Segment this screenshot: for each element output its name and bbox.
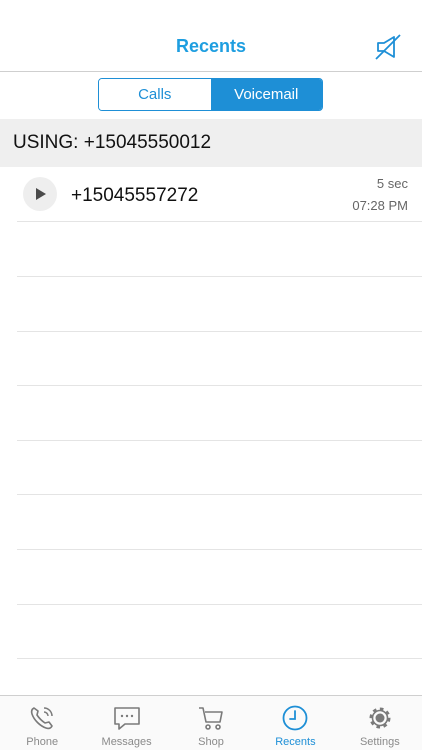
- play-voicemail-button[interactable]: [23, 177, 57, 211]
- play-icon: [36, 188, 46, 200]
- tab-label: Shop: [198, 736, 224, 748]
- list-separator: [17, 549, 422, 550]
- list-separator: [17, 276, 422, 277]
- navigation-bar: Recents: [0, 0, 422, 72]
- list-separator: [17, 494, 422, 495]
- speaker-muted-icon: [375, 34, 401, 60]
- tab-bar: Phone Messages Shop Recents Settings: [0, 695, 422, 750]
- tab-settings[interactable]: Settings: [338, 696, 422, 750]
- voicemail-duration: 5 sec: [376, 176, 408, 191]
- phone-icon: [31, 707, 54, 730]
- gear-icon: [369, 707, 391, 729]
- tab-label: Settings: [359, 736, 400, 748]
- tab-label: Messages: [101, 736, 152, 748]
- list-separator: [17, 604, 422, 605]
- list-separator: [17, 440, 422, 441]
- tab-calls[interactable]: Calls: [99, 79, 211, 110]
- tab-recents[interactable]: Recents: [253, 696, 337, 750]
- list-separator: [17, 385, 422, 386]
- cart-icon: [199, 707, 223, 730]
- tab-shop[interactable]: Shop: [169, 696, 253, 750]
- page-title: Recents: [175, 36, 247, 56]
- tab-voicemail[interactable]: Voicemail: [210, 79, 322, 110]
- tab-label: Recents: [275, 736, 316, 748]
- voicemail-time: 07:28 PM: [352, 198, 408, 213]
- mute-speaker-button[interactable]: [374, 33, 402, 61]
- list-separator: [17, 658, 422, 659]
- using-number-label: USING: +15045550012: [13, 132, 212, 153]
- using-number-bar: USING: +15045550012: [0, 119, 422, 167]
- messages-icon: [113, 707, 140, 730]
- tab-phone[interactable]: Phone: [0, 696, 84, 750]
- list-separator: [17, 331, 422, 332]
- clock-icon: [283, 705, 308, 731]
- voicemail-number: +15045557272: [71, 185, 199, 206]
- calls-voicemail-segmented-control: Calls Voicemail: [98, 78, 323, 111]
- tab-messages[interactable]: Messages: [84, 696, 168, 750]
- voicemail-row[interactable]: +15045557272 5 sec 07:28 PM: [17, 168, 422, 222]
- tab-label: Phone: [26, 736, 59, 748]
